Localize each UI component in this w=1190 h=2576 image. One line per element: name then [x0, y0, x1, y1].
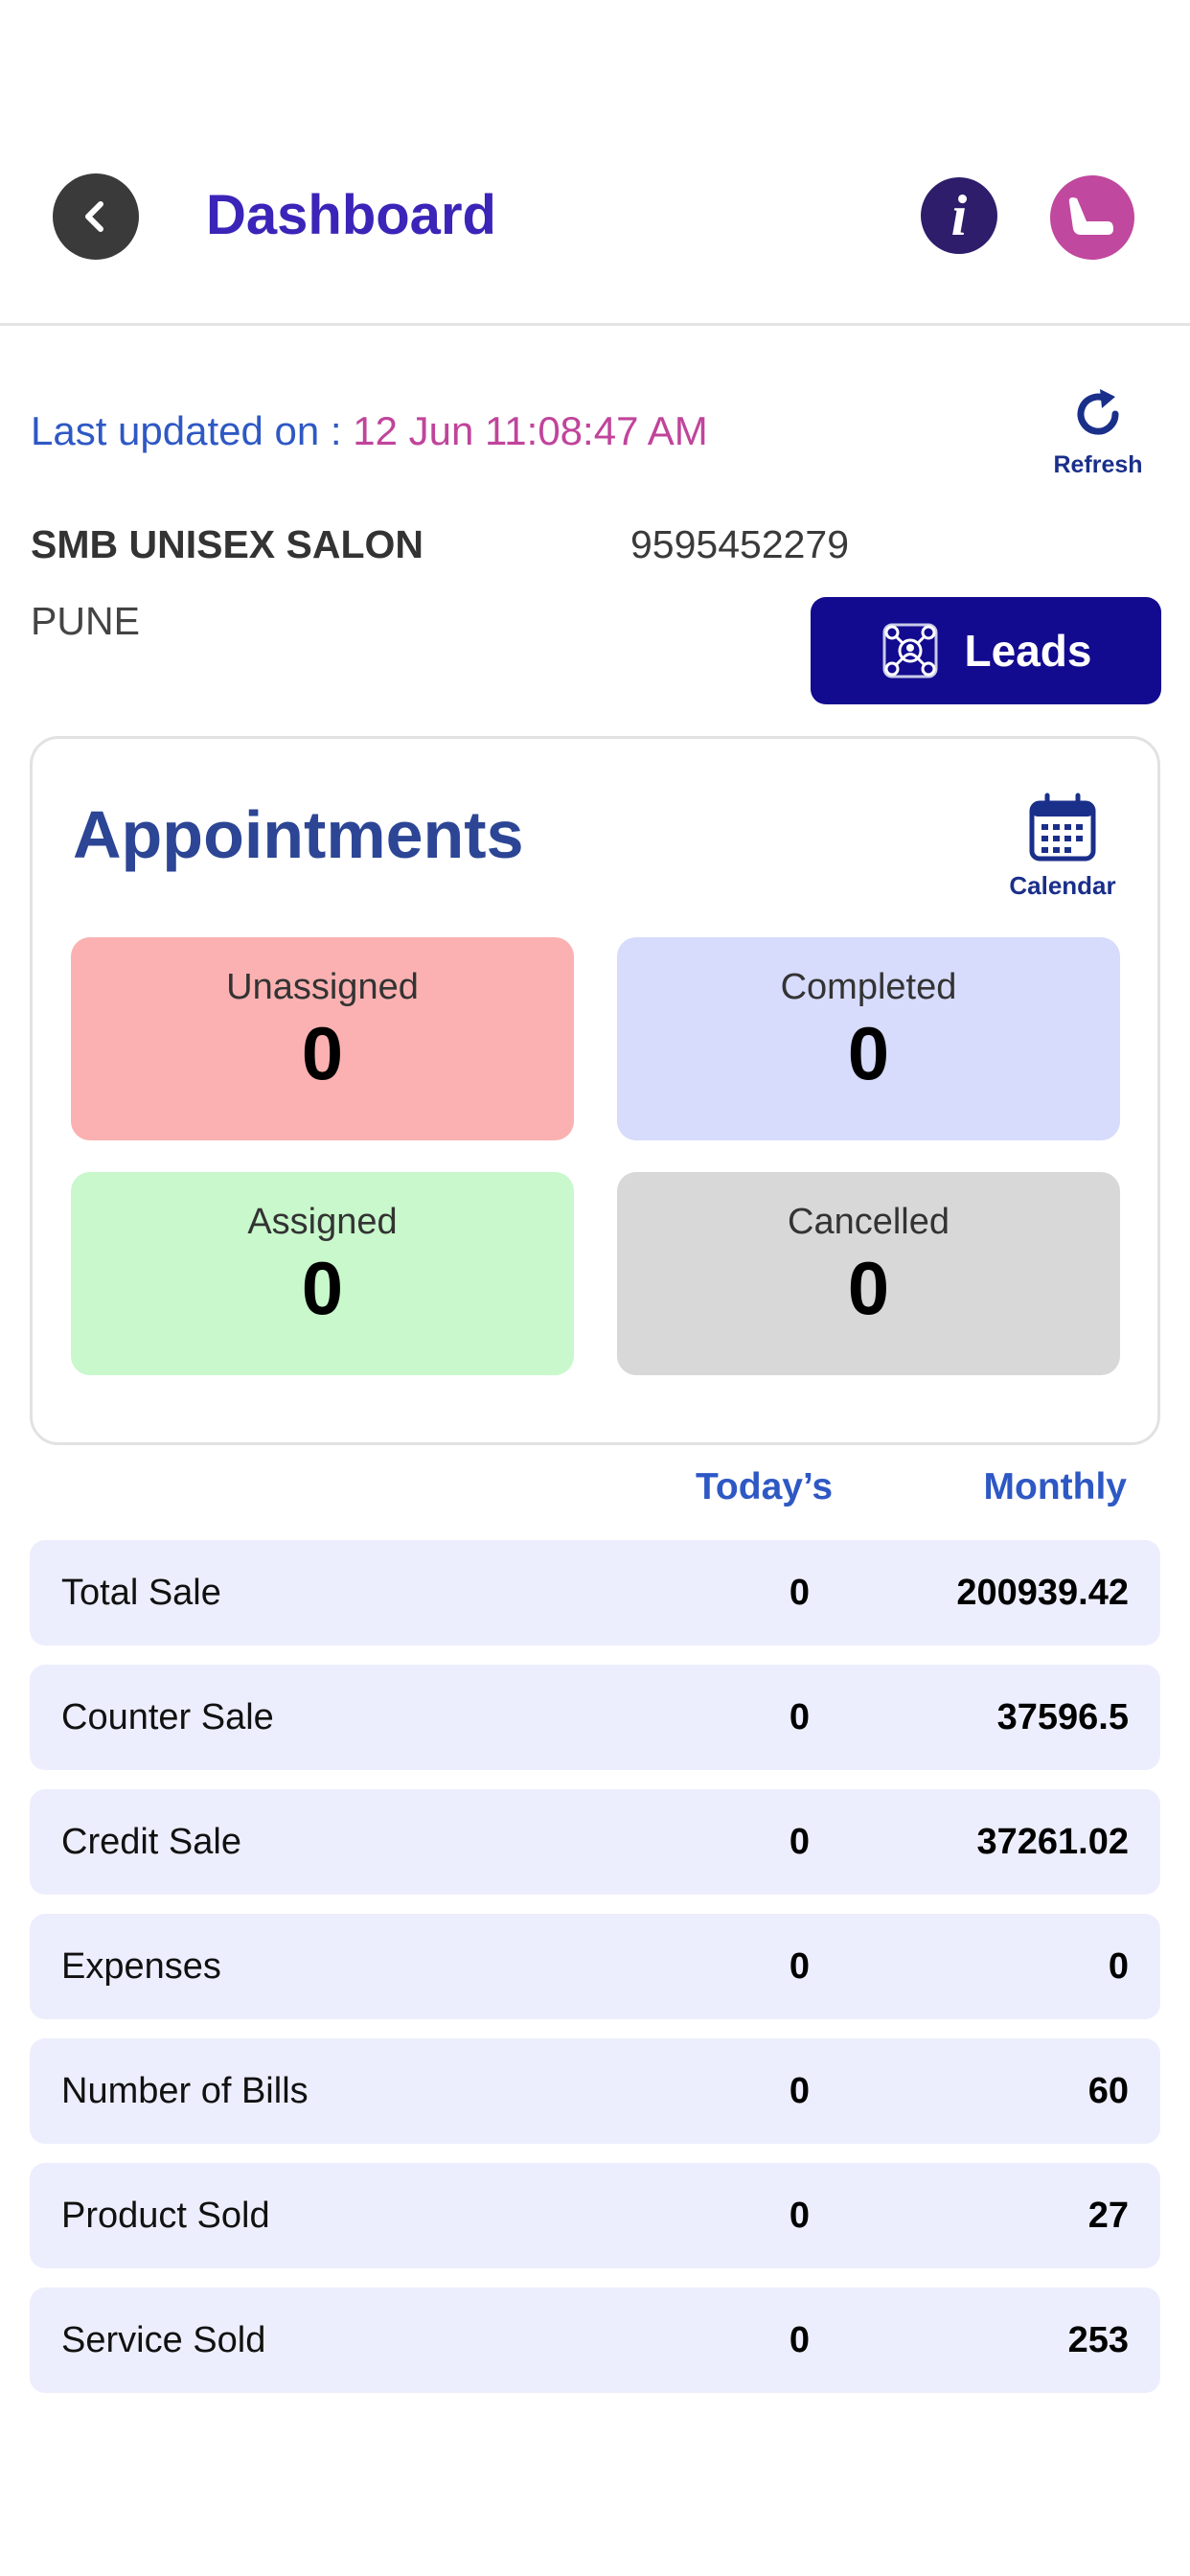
appointments-card: Appointments Calendar Unassigned 0 Compl…: [30, 736, 1160, 1445]
salon-phone: 9595452279: [630, 522, 850, 566]
row-monthly-value: 37596.5: [996, 1697, 1129, 1737]
unassigned-tile[interactable]: Unassigned 0: [71, 937, 574, 1140]
expenses-row: Expenses 0 0: [30, 1914, 1160, 2019]
info-button[interactable]: i: [921, 177, 997, 254]
info-icon: i: [950, 183, 968, 247]
total-sale-row: Total Sale 0 200939.42: [30, 1540, 1160, 1645]
tile-count: 0: [847, 1011, 890, 1095]
refresh-button[interactable]: Refresh: [1042, 383, 1154, 479]
monthly-column-header: Monthly: [983, 1466, 1127, 1507]
calendar-label: Calendar: [1009, 871, 1116, 900]
row-label: Credit Sale: [61, 1822, 241, 1862]
row-monthly-value: 60: [1087, 2071, 1129, 2111]
row-monthly-value: 27: [1087, 2196, 1129, 2236]
last-updated: Last updated on : 12 Jun 11:08:47 AM: [31, 404, 708, 458]
row-label: Number of Bills: [61, 2071, 309, 2111]
counter-sale-row: Counter Sale 0 37596.5: [30, 1665, 1160, 1770]
tile-label: Cancelled: [788, 1202, 950, 1242]
refresh-icon: [1077, 389, 1119, 435]
tile-count: 0: [301, 1011, 344, 1095]
row-label: Product Sold: [61, 2196, 270, 2236]
tile-label: Unassigned: [226, 967, 419, 1007]
service-sold-row: Service Sold 0 253: [30, 2288, 1160, 2393]
tile-count: 0: [847, 1246, 890, 1330]
row-monthly-value: 37261.02: [976, 1822, 1130, 1862]
assigned-tile[interactable]: Assigned 0: [71, 1172, 574, 1375]
calendar-icon: [1029, 793, 1096, 862]
refresh-label: Refresh: [1053, 451, 1143, 478]
appointments-title: Appointments: [73, 797, 524, 872]
profile-button[interactable]: [1050, 175, 1134, 260]
row-label: Service Sold: [61, 2320, 266, 2360]
row-today-value: 0: [789, 1697, 810, 1737]
number-of-bills-row: Number of Bills 0 60: [30, 2038, 1160, 2144]
row-label: Total Sale: [61, 1573, 221, 1613]
back-button[interactable]: [53, 173, 139, 260]
cancelled-tile[interactable]: Cancelled 0: [617, 1172, 1120, 1375]
product-sold-row: Product Sold 0 27: [30, 2163, 1160, 2268]
leads-button[interactable]: Leads: [811, 597, 1161, 704]
row-today-value: 0: [789, 1946, 810, 1987]
completed-tile[interactable]: Completed 0: [617, 937, 1120, 1140]
last-updated-time: 12 Jun 11:08:47 AM: [353, 408, 708, 453]
row-monthly-value: 200939.42: [956, 1573, 1129, 1613]
row-today-value: 0: [789, 1822, 810, 1862]
row-today-value: 0: [789, 2196, 810, 2236]
row-monthly-value: 253: [1067, 2320, 1129, 2360]
salon-chair-icon: [1068, 197, 1113, 235]
salon-name: SMB UNISEX SALON: [31, 522, 424, 566]
row-label: Counter Sale: [61, 1697, 274, 1737]
calendar-button[interactable]: Calendar: [995, 792, 1130, 901]
today-column-header: Today’s: [696, 1466, 834, 1507]
tile-count: 0: [301, 1246, 344, 1330]
page-title: Dashboard: [206, 184, 496, 246]
leads-network-icon: [882, 623, 938, 678]
leads-label: Leads: [964, 626, 1092, 676]
tile-label: Assigned: [247, 1202, 398, 1242]
tile-label: Completed: [780, 967, 957, 1007]
row-label: Expenses: [61, 1946, 221, 1987]
app-header: Dashboard i: [0, 0, 1190, 326]
row-today-value: 0: [789, 1573, 810, 1613]
salon-city: PUNE: [31, 599, 140, 643]
last-updated-label: Last updated on :: [31, 408, 354, 453]
row-monthly-value: 0: [1108, 1946, 1129, 1987]
row-today-value: 0: [789, 2320, 810, 2360]
chevron-left-icon: [85, 201, 103, 232]
credit-sale-row: Credit Sale 0 37261.02: [30, 1789, 1160, 1895]
row-today-value: 0: [789, 2071, 810, 2111]
